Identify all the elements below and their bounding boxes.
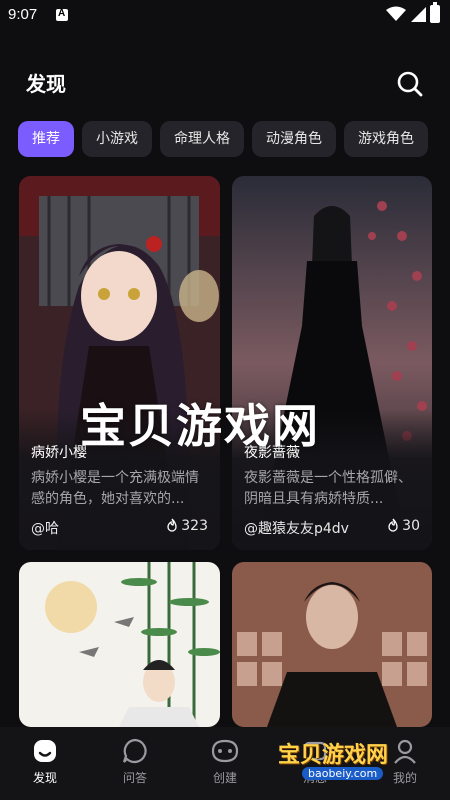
tab-mini-games[interactable]: 小游戏 xyxy=(82,121,152,157)
discover-icon xyxy=(34,740,56,762)
tab-recommend[interactable]: 推荐 xyxy=(18,121,74,157)
character-portrait xyxy=(19,562,220,727)
search-icon[interactable] xyxy=(396,70,424,98)
character-card[interactable]: 夜影蔷薇 夜影蔷薇是一个性格孤僻、阴暗且具有病娇特质... @趣猿友友p4dv … xyxy=(232,176,432,550)
signal-icon xyxy=(411,7,426,22)
status-time: 9:07 xyxy=(8,6,38,23)
character-card[interactable] xyxy=(232,562,432,727)
card-author: @哈 xyxy=(31,521,59,537)
card-likes: 323 xyxy=(166,518,208,534)
nav-label: 问答 xyxy=(122,771,147,785)
page-title: 发现 xyxy=(26,72,66,96)
nav-label: 创建 xyxy=(212,771,237,785)
flame-icon xyxy=(167,518,177,532)
flame-icon xyxy=(388,518,398,532)
card-title: 夜影蔷薇 xyxy=(244,445,300,461)
card-title: 病娇小樱 xyxy=(31,445,87,461)
card-likes: 30 xyxy=(387,518,420,534)
card-author: @趣猿友友p4dv xyxy=(244,521,349,537)
status-bar: 9:07 xyxy=(0,0,450,32)
tab-game-characters[interactable]: 游戏角色 xyxy=(344,121,428,157)
battery-icon xyxy=(430,2,440,23)
card-description: 病娇小樱是一个充满极端情感的角色，她对喜欢的... xyxy=(31,470,199,507)
character-card[interactable]: 病娇小樱 病娇小樱是一个充满极端情感的角色，她对喜欢的... @哈 323 xyxy=(19,176,220,550)
notification-icon xyxy=(56,8,68,21)
nav-discover[interactable]: 发现 xyxy=(15,737,75,786)
character-card[interactable] xyxy=(19,562,220,727)
tab-anime-characters[interactable]: 动漫角色 xyxy=(252,121,336,157)
chat-bubble-icon xyxy=(122,738,147,764)
logo-text: 宝贝游戏网 xyxy=(278,743,389,768)
create-icon xyxy=(211,739,239,763)
nav-qa[interactable]: 问答 xyxy=(105,737,165,786)
likes-count: 30 xyxy=(402,518,420,534)
nav-create[interactable]: 创建 xyxy=(195,737,255,786)
tab-fortune-personality[interactable]: 命理人格 xyxy=(160,121,244,157)
category-tabs: 推荐 小游戏 命理人格 动漫角色 游戏角色 xyxy=(18,121,450,157)
wifi-icon xyxy=(386,6,406,21)
logo-url: baobeiy.com xyxy=(302,767,384,780)
character-portrait xyxy=(232,562,432,727)
nav-label: 发现 xyxy=(32,771,57,785)
site-logo-watermark: 宝贝游戏网 baobeiy.com xyxy=(278,737,428,787)
card-description: 夜影蔷薇是一个性格孤僻、阴暗且具有病娇特质... xyxy=(244,470,412,507)
likes-count: 323 xyxy=(181,518,208,534)
